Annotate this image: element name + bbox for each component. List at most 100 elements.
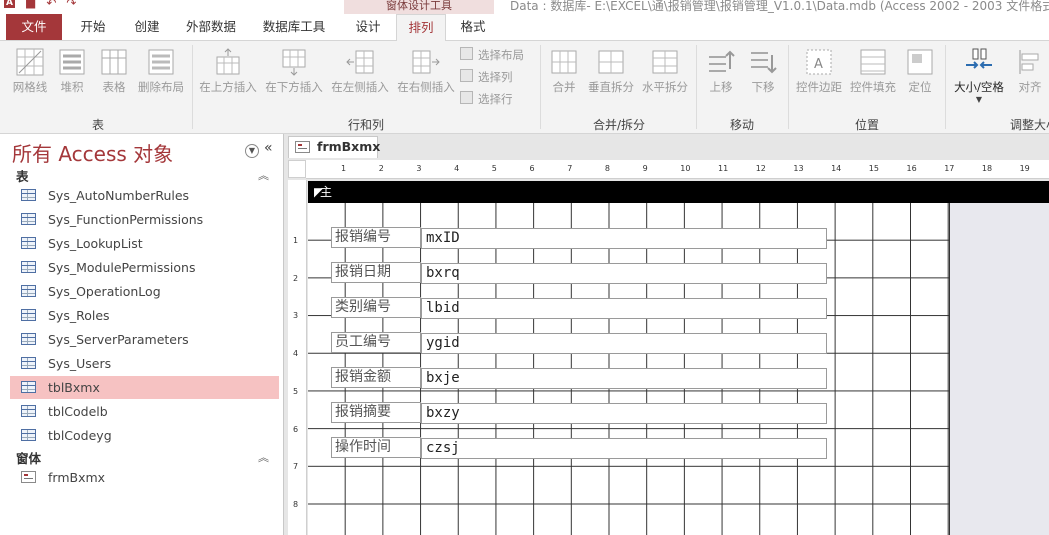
nav-item-sys-functionpermissions[interactable]: Sys_FunctionPermissions [10, 208, 279, 231]
ribbon-separator [788, 45, 789, 129]
stacked-icon [59, 49, 85, 75]
ruler-number: 9 [642, 164, 648, 173]
collapse-up-icon[interactable]: ︽ [258, 167, 269, 183]
label-lbbh[interactable]: 类别编号 [331, 297, 421, 318]
split-horizontal-icon [652, 50, 678, 74]
merge-icon [551, 50, 577, 74]
context-tool-title: 窗体设计工具 [344, 0, 494, 14]
horizontal-ruler[interactable]: 1 2 3 4 5 6 7 8 9 10 11 12 13 14 15 16 17 18 19 [306, 160, 1049, 179]
tab-database-tools[interactable]: 数据库工具 [252, 14, 336, 40]
tab-create[interactable]: 创建 [124, 14, 170, 40]
undo-icon[interactable]: ↶ [46, 0, 56, 10]
textbox-ygid[interactable]: ygid [421, 333, 827, 354]
nav-category-tables[interactable]: 表 [16, 166, 29, 185]
textbox-czsj[interactable]: czsj [421, 438, 827, 459]
save-icon[interactable]: ■ [25, 0, 36, 10]
insert-above-icon [216, 48, 240, 75]
select-column-button[interactable]: 选择列 [460, 67, 513, 87]
textbox-bxzy[interactable]: bxzy [421, 403, 827, 424]
ruler-number: 15 [868, 164, 879, 173]
label-bxzy[interactable]: 报销摘要 [331, 402, 421, 423]
textbox-bxrq[interactable]: bxrq [421, 263, 827, 284]
nav-category-forms[interactable]: 窗体 [16, 448, 41, 467]
split-horizontal-button[interactable]: 水平拆分 [638, 47, 692, 95]
tab-design[interactable]: 设计 [344, 14, 392, 40]
tab-home[interactable]: 开始 [70, 14, 116, 40]
anchoring-button[interactable]: 定位 [902, 47, 938, 95]
move-up-button[interactable]: 上移 [702, 47, 740, 95]
ruler-corner[interactable] [288, 160, 306, 178]
nav-item-sys-serverparameters[interactable]: Sys_ServerParameters [10, 328, 279, 351]
title-bar: A ■ ↶ ↷ 窗体设计工具 Data : 数据库- E:\EXCEL\通\报销… [0, 0, 1049, 14]
table-icon [21, 285, 36, 297]
nav-menu-dropdown-icon[interactable]: ▼ [245, 144, 259, 158]
redo-icon[interactable]: ↷ [66, 0, 76, 10]
insert-left-icon [346, 50, 374, 74]
insert-below-button[interactable]: 在下方插入 [262, 47, 326, 95]
document-tab-frmbxmx[interactable]: frmBxmx [288, 136, 380, 158]
group-label-position: 位置 [854, 118, 879, 132]
insert-right-button[interactable]: 在右侧插入 [394, 47, 458, 95]
label-bxje[interactable]: 报销金额 [331, 367, 421, 388]
tab-external-data[interactable]: 外部数据 [178, 14, 244, 40]
ruler-number: 6 [293, 424, 299, 434]
split-vertical-button[interactable]: 垂直拆分 [584, 47, 638, 95]
control-padding-button[interactable]: 控件填充 [846, 47, 900, 95]
nav-item-tblbxmx[interactable]: tblBxmx [10, 376, 279, 399]
control-padding-icon [860, 49, 886, 75]
nav-item-tblcodeyg[interactable]: tblCodeyg [10, 424, 279, 447]
stacked-button[interactable]: 堆积 [54, 47, 90, 95]
control-margins-button[interactable]: A 控件边距 [792, 47, 846, 95]
label-bxbh[interactable]: 报销编号 [331, 227, 421, 248]
tab-format[interactable]: 格式 [450, 14, 496, 40]
insert-right-icon [412, 50, 440, 74]
collapse-up-icon[interactable]: ︽ [258, 449, 269, 465]
ruler-number: 18 [981, 164, 993, 173]
anchoring-icon [907, 49, 933, 75]
tab-arrange[interactable]: 排列 [396, 14, 446, 41]
textbox-mxid[interactable]: mxID [421, 228, 827, 249]
merge-button[interactable]: 合并 [546, 47, 582, 95]
control-margins-icon: A [806, 49, 832, 75]
size-space-icon [966, 48, 992, 69]
ruler-number: 8 [293, 499, 299, 509]
nav-item-sys-lookuplist[interactable]: Sys_LookupList [10, 232, 279, 255]
remove-layout-button[interactable]: 删除布局 [134, 47, 188, 95]
align-icon [1019, 50, 1039, 74]
ruler-number: 5 [491, 164, 497, 173]
textbox-lbid[interactable]: lbid [421, 298, 827, 319]
table-icon [21, 357, 36, 369]
label-ygbh[interactable]: 员工编号 [331, 332, 421, 353]
insert-above-button[interactable]: 在上方插入 [196, 47, 260, 95]
nav-item-sys-operationlog[interactable]: Sys_OperationLog [10, 280, 279, 303]
ruler-number: 11 [718, 164, 729, 173]
nav-item-sys-users[interactable]: Sys_Users [10, 352, 279, 375]
nav-item-sys-roles[interactable]: Sys_Roles [10, 304, 279, 327]
textbox-bxje[interactable]: bxje [421, 368, 827, 389]
section-bar-detail[interactable]: ◤ 主体 [308, 181, 1049, 221]
label-bxrq[interactable]: 报销日期 [331, 262, 421, 283]
nav-item-tblcodelb[interactable]: tblCodelb [10, 400, 279, 423]
ruler-number: 2 [378, 164, 384, 173]
nav-pane-title[interactable]: 所有 Access 对象 [12, 138, 173, 167]
label-czsj[interactable]: 操作时间 [331, 437, 421, 458]
move-down-button[interactable]: 下移 [744, 47, 782, 95]
ruler-number: 3 [293, 311, 299, 321]
nav-collapse-icon[interactable]: « [264, 140, 273, 156]
select-row-button[interactable]: 选择行 [460, 89, 513, 109]
align-button[interactable]: 对齐 [1012, 47, 1048, 95]
nav-item-frmbxmx[interactable]: frmBxmx [10, 466, 279, 489]
insert-left-button[interactable]: 在左侧插入 [328, 47, 392, 95]
ruler-number: 4 [293, 349, 299, 359]
select-layout-button[interactable]: 选择布局 [460, 45, 524, 65]
gridlines-button[interactable]: 网格线 [8, 47, 52, 95]
vertical-ruler[interactable]: 1 2 3 4 5 6 7 8 [288, 180, 307, 535]
nav-item-sys-autonumberrules[interactable]: Sys_AutoNumberRules [10, 184, 279, 207]
ruler-number: 6 [529, 164, 535, 173]
tab-file[interactable]: 文件 [6, 14, 62, 40]
table-icon [21, 429, 36, 441]
size-space-button[interactable]: 大小/空格 ▼ [948, 47, 1010, 104]
nav-item-sys-modulepermissions[interactable]: Sys_ModulePermissions [10, 256, 279, 279]
tabular-button[interactable]: 表格 [96, 47, 132, 95]
split-vertical-icon [598, 50, 624, 74]
